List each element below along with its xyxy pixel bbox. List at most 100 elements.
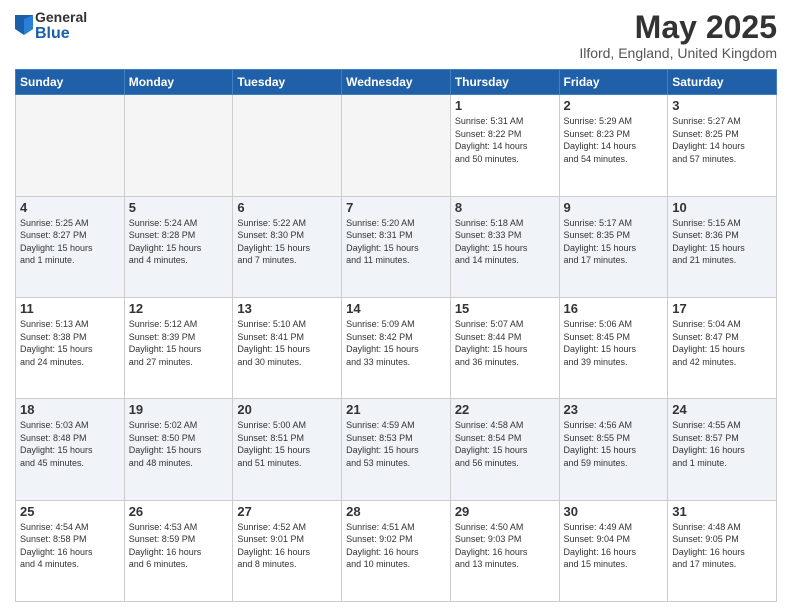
col-friday: Friday xyxy=(559,70,668,95)
day-number: 3 xyxy=(672,98,772,113)
day-number: 21 xyxy=(346,402,446,417)
day-number: 15 xyxy=(455,301,555,316)
day-number: 7 xyxy=(346,200,446,215)
calendar-cell xyxy=(233,95,342,196)
calendar-cell: 18 Sunrise: 5:03 AM Sunset: 8:48 PM Dayli… xyxy=(16,399,125,500)
day-info: Sunrise: 4:48 AM Sunset: 9:05 PM Dayligh… xyxy=(672,521,772,571)
title-block: May 2025 Ilford, England, United Kingdom xyxy=(579,10,777,61)
day-number: 10 xyxy=(672,200,772,215)
calendar-cell xyxy=(342,95,451,196)
day-number: 17 xyxy=(672,301,772,316)
calendar-cell: 25 Sunrise: 4:54 AM Sunset: 8:58 PM Dayli… xyxy=(16,500,125,601)
day-info: Sunrise: 5:03 AM Sunset: 8:48 PM Dayligh… xyxy=(20,419,120,469)
day-info: Sunrise: 4:53 AM Sunset: 8:59 PM Dayligh… xyxy=(129,521,229,571)
day-number: 1 xyxy=(455,98,555,113)
day-info: Sunrise: 5:09 AM Sunset: 8:42 PM Dayligh… xyxy=(346,318,446,368)
calendar-cell: 1 Sunrise: 5:31 AM Sunset: 8:22 PM Daylig… xyxy=(450,95,559,196)
day-info: Sunrise: 5:25 AM Sunset: 8:27 PM Dayligh… xyxy=(20,217,120,267)
day-number: 30 xyxy=(564,504,664,519)
calendar-row-5: 25 Sunrise: 4:54 AM Sunset: 8:58 PM Dayli… xyxy=(16,500,777,601)
calendar-row-4: 18 Sunrise: 5:03 AM Sunset: 8:48 PM Dayli… xyxy=(16,399,777,500)
day-number: 24 xyxy=(672,402,772,417)
day-info: Sunrise: 5:18 AM Sunset: 8:33 PM Dayligh… xyxy=(455,217,555,267)
day-number: 16 xyxy=(564,301,664,316)
day-info: Sunrise: 4:54 AM Sunset: 8:58 PM Dayligh… xyxy=(20,521,120,571)
day-info: Sunrise: 4:55 AM Sunset: 8:57 PM Dayligh… xyxy=(672,419,772,469)
calendar-cell: 28Sunrise: 4:51 AM Sunset: 9:02 PM Dayli… xyxy=(342,500,451,601)
logo-icon xyxy=(15,15,33,35)
calendar-cell: 21Sunrise: 4:59 AM Sunset: 8:53 PM Dayli… xyxy=(342,399,451,500)
day-info: Sunrise: 5:10 AM Sunset: 8:41 PM Dayligh… xyxy=(237,318,337,368)
calendar-cell: 3Sunrise: 5:27 AM Sunset: 8:25 PM Daylig… xyxy=(668,95,777,196)
day-number: 14 xyxy=(346,301,446,316)
calendar-cell: 17 Sunrise: 5:04 AM Sunset: 8:47 PM Dayli… xyxy=(668,297,777,398)
day-number: 9 xyxy=(564,200,664,215)
day-info: Sunrise: 5:24 AM Sunset: 8:28 PM Dayligh… xyxy=(129,217,229,267)
calendar-row-1: 1 Sunrise: 5:31 AM Sunset: 8:22 PM Daylig… xyxy=(16,95,777,196)
calendar-cell: 10 Sunrise: 5:15 AM Sunset: 8:36 PM Dayli… xyxy=(668,196,777,297)
calendar-cell: 15 Sunrise: 5:07 AM Sunset: 8:44 PM Dayli… xyxy=(450,297,559,398)
month-title: May 2025 xyxy=(579,10,777,45)
col-sunday: Sunday xyxy=(16,70,125,95)
calendar-cell: 22 Sunrise: 4:58 AM Sunset: 8:54 PM Dayli… xyxy=(450,399,559,500)
day-info: Sunrise: 4:49 AM Sunset: 9:04 PM Dayligh… xyxy=(564,521,664,571)
calendar-cell: 27Sunrise: 4:52 AM Sunset: 9:01 PM Dayli… xyxy=(233,500,342,601)
day-number: 6 xyxy=(237,200,337,215)
calendar-cell: 20 Sunrise: 5:00 AM Sunset: 8:51 PM Dayli… xyxy=(233,399,342,500)
calendar-cell: 5 Sunrise: 5:24 AM Sunset: 8:28 PM Daylig… xyxy=(124,196,233,297)
calendar-cell: 13Sunrise: 5:10 AM Sunset: 8:41 PM Dayli… xyxy=(233,297,342,398)
day-number: 18 xyxy=(20,402,120,417)
calendar-row-2: 4 Sunrise: 5:25 AM Sunset: 8:27 PM Daylig… xyxy=(16,196,777,297)
day-info: Sunrise: 4:56 AM Sunset: 8:55 PM Dayligh… xyxy=(564,419,664,469)
calendar-cell: 9 Sunrise: 5:17 AM Sunset: 8:35 PM Daylig… xyxy=(559,196,668,297)
calendar-cell: 14 Sunrise: 5:09 AM Sunset: 8:42 PM Dayli… xyxy=(342,297,451,398)
day-info: Sunrise: 5:04 AM Sunset: 8:47 PM Dayligh… xyxy=(672,318,772,368)
day-number: 22 xyxy=(455,402,555,417)
col-tuesday: Tuesday xyxy=(233,70,342,95)
day-number: 20 xyxy=(237,402,337,417)
day-info: Sunrise: 5:20 AM Sunset: 8:31 PM Dayligh… xyxy=(346,217,446,267)
day-number: 31 xyxy=(672,504,772,519)
day-info: Sunrise: 5:15 AM Sunset: 8:36 PM Dayligh… xyxy=(672,217,772,267)
day-number: 4 xyxy=(20,200,120,215)
page: General Blue May 2025 Ilford, England, U… xyxy=(0,0,792,612)
header: General Blue May 2025 Ilford, England, U… xyxy=(15,10,777,61)
calendar-cell: 23 Sunrise: 4:56 AM Sunset: 8:55 PM Dayli… xyxy=(559,399,668,500)
calendar-cell: 26Sunrise: 4:53 AM Sunset: 8:59 PM Dayli… xyxy=(124,500,233,601)
day-info: Sunrise: 5:31 AM Sunset: 8:22 PM Dayligh… xyxy=(455,115,555,165)
calendar-cell: 8Sunrise: 5:18 AM Sunset: 8:33 PM Daylig… xyxy=(450,196,559,297)
calendar-cell: 29 Sunrise: 4:50 AM Sunset: 9:03 PM Dayli… xyxy=(450,500,559,601)
day-number: 29 xyxy=(455,504,555,519)
day-info: Sunrise: 5:07 AM Sunset: 8:44 PM Dayligh… xyxy=(455,318,555,368)
day-info: Sunrise: 5:06 AM Sunset: 8:45 PM Dayligh… xyxy=(564,318,664,368)
calendar: Sunday Monday Tuesday Wednesday Thursday… xyxy=(15,69,777,602)
header-row: Sunday Monday Tuesday Wednesday Thursday… xyxy=(16,70,777,95)
col-saturday: Saturday xyxy=(668,70,777,95)
location: Ilford, England, United Kingdom xyxy=(579,45,777,61)
day-number: 23 xyxy=(564,402,664,417)
calendar-cell: 6 Sunrise: 5:22 AM Sunset: 8:30 PM Daylig… xyxy=(233,196,342,297)
day-info: Sunrise: 4:50 AM Sunset: 9:03 PM Dayligh… xyxy=(455,521,555,571)
day-number: 25 xyxy=(20,504,120,519)
logo-blue-text: Blue xyxy=(35,25,87,43)
calendar-cell xyxy=(124,95,233,196)
day-info: Sunrise: 4:51 AM Sunset: 9:02 PM Dayligh… xyxy=(346,521,446,571)
day-number: 27 xyxy=(237,504,337,519)
day-info: Sunrise: 5:17 AM Sunset: 8:35 PM Dayligh… xyxy=(564,217,664,267)
calendar-cell: 2Sunrise: 5:29 AM Sunset: 8:23 PM Daylig… xyxy=(559,95,668,196)
day-info: Sunrise: 5:22 AM Sunset: 8:30 PM Dayligh… xyxy=(237,217,337,267)
calendar-cell xyxy=(16,95,125,196)
calendar-cell: 24 Sunrise: 4:55 AM Sunset: 8:57 PM Dayli… xyxy=(668,399,777,500)
day-info: Sunrise: 5:00 AM Sunset: 8:51 PM Dayligh… xyxy=(237,419,337,469)
day-info: Sunrise: 4:58 AM Sunset: 8:54 PM Dayligh… xyxy=(455,419,555,469)
day-number: 5 xyxy=(129,200,229,215)
day-number: 12 xyxy=(129,301,229,316)
day-number: 11 xyxy=(20,301,120,316)
calendar-row-3: 11Sunrise: 5:13 AM Sunset: 8:38 PM Dayli… xyxy=(16,297,777,398)
logo-general-text: General xyxy=(35,10,87,25)
col-wednesday: Wednesday xyxy=(342,70,451,95)
col-monday: Monday xyxy=(124,70,233,95)
calendar-cell: 4 Sunrise: 5:25 AM Sunset: 8:27 PM Daylig… xyxy=(16,196,125,297)
calendar-cell: 16 Sunrise: 5:06 AM Sunset: 8:45 PM Dayli… xyxy=(559,297,668,398)
day-info: Sunrise: 5:12 AM Sunset: 8:39 PM Dayligh… xyxy=(129,318,229,368)
